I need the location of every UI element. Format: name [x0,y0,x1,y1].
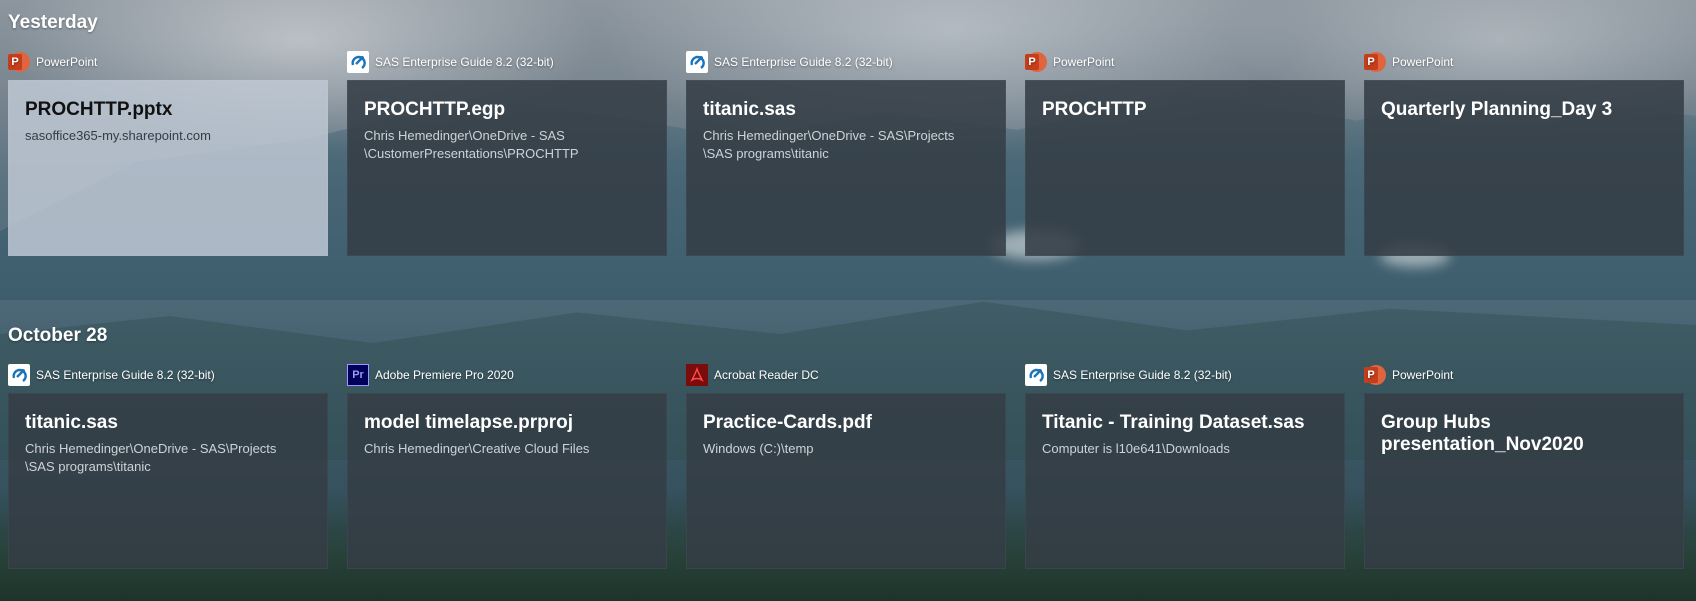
card-title: Quarterly Planning_Day 3 [1381,99,1613,120]
app-name: SAS Enterprise Guide 8.2 (32-bit) [36,368,215,382]
app-label: P PowerPoint [1364,50,1684,74]
sas-enterprise-guide-icon [686,51,708,73]
acrobat-reader-icon [686,364,708,386]
card-title: PROCHTTP.pptx [25,99,173,120]
activity-card-wrap: P PowerPoint Group Hubs presentation_Nov… [1364,363,1684,569]
app-name: PowerPoint [1392,55,1454,69]
powerpoint-icon: P [1364,51,1386,73]
activity-card-wrap: P PowerPoint PROCHTTP [1025,50,1345,256]
activity-card-wrap: SAS Enterprise Guide 8.2 (32-bit) titani… [8,363,328,569]
app-label: SAS Enterprise Guide 8.2 (32-bit) [1025,363,1345,387]
card-path: Computer is l10e641\Downloads [1042,441,1230,456]
card-title: PROCHTTP [1042,99,1147,120]
app-label: Acrobat Reader DC [686,363,1006,387]
activity-card[interactable]: model timelapse.prproj Chris Hemedinger\… [347,393,667,569]
app-name: PowerPoint [36,55,98,69]
card-title: PROCHTTP.egp [364,99,506,120]
powerpoint-icon: P [8,51,30,73]
section-heading-yesterday: Yesterday [8,12,98,33]
activity-card-wrap: P PowerPoint PROCHTTP.pptx sasoffice365-… [8,50,328,256]
activity-card[interactable]: titanic.sas Chris Hemedinger\OneDrive - … [8,393,328,569]
powerpoint-icon: P [1025,51,1047,73]
card-title: Group Hubs presentation_Nov2020 [1381,412,1584,455]
sas-enterprise-guide-icon [1025,364,1047,386]
app-label: SAS Enterprise Guide 8.2 (32-bit) [686,50,1006,74]
powerpoint-icon: P [1364,364,1386,386]
card-path: Chris Hemedinger\OneDrive - SAS \Custome… [364,128,579,161]
app-name: PowerPoint [1053,55,1115,69]
activity-card-wrap: SAS Enterprise Guide 8.2 (32-bit) PROCHT… [347,50,667,256]
activity-card[interactable]: titanic.sas Chris Hemedinger\OneDrive - … [686,80,1006,256]
activity-card[interactable]: PROCHTTP.pptx sasoffice365-my.sharepoint… [8,80,328,256]
section-heading-october-28: October 28 [8,325,108,346]
app-name: Adobe Premiere Pro 2020 [375,368,514,382]
activity-card-wrap: SAS Enterprise Guide 8.2 (32-bit) Titani… [1025,363,1345,569]
app-label: Pr Adobe Premiere Pro 2020 [347,363,667,387]
premiere-pro-icon: Pr [347,364,369,386]
card-title: Titanic - Training Dataset.sas [1042,412,1305,433]
app-name: SAS Enterprise Guide 8.2 (32-bit) [1053,368,1232,382]
app-label: P PowerPoint [8,50,328,74]
activity-card[interactable]: Group Hubs presentation_Nov2020 [1364,393,1684,569]
app-name: SAS Enterprise Guide 8.2 (32-bit) [714,55,893,69]
activity-card[interactable]: Practice-Cards.pdf Windows (C:)\temp [686,393,1006,569]
app-label: SAS Enterprise Guide 8.2 (32-bit) [347,50,667,74]
app-name: Acrobat Reader DC [714,368,819,382]
card-path: Chris Hemedinger\Creative Cloud Files [364,441,590,456]
activity-card-wrap: P PowerPoint Quarterly Planning_Day 3 [1364,50,1684,256]
app-name: PowerPoint [1392,368,1454,382]
activity-card[interactable]: Quarterly Planning_Day 3 [1364,80,1684,256]
sas-enterprise-guide-icon [8,364,30,386]
card-path: Chris Hemedinger\OneDrive - SAS\Projects… [703,128,955,161]
card-path: sasoffice365-my.sharepoint.com [25,128,211,143]
card-title: titanic.sas [703,99,796,120]
app-label: P PowerPoint [1025,50,1345,74]
activity-card[interactable]: PROCHTTP.egp Chris Hemedinger\OneDrive -… [347,80,667,256]
card-path: Chris Hemedinger\OneDrive - SAS\Projects… [25,441,277,474]
activity-row-yesterday: P PowerPoint PROCHTTP.pptx sasoffice365-… [8,50,1684,256]
card-title: titanic.sas [25,412,118,433]
activity-card-wrap: Acrobat Reader DC Practice-Cards.pdf Win… [686,363,1006,569]
app-label: P PowerPoint [1364,363,1684,387]
sas-enterprise-guide-icon [347,51,369,73]
activity-card[interactable]: PROCHTTP [1025,80,1345,256]
timeline-view: Yesterday P PowerPoint PROCHTTP.pptx sas… [0,0,1696,601]
activity-row-october-28: SAS Enterprise Guide 8.2 (32-bit) titani… [8,363,1684,569]
app-name: SAS Enterprise Guide 8.2 (32-bit) [375,55,554,69]
activity-card-wrap: SAS Enterprise Guide 8.2 (32-bit) titani… [686,50,1006,256]
card-title: Practice-Cards.pdf [703,412,872,433]
activity-card-wrap: Pr Adobe Premiere Pro 2020 model timelap… [347,363,667,569]
card-title: model timelapse.prproj [364,412,574,433]
app-label: SAS Enterprise Guide 8.2 (32-bit) [8,363,328,387]
card-path: Windows (C:)\temp [703,441,814,456]
activity-card[interactable]: Titanic - Training Dataset.sas Computer … [1025,393,1345,569]
